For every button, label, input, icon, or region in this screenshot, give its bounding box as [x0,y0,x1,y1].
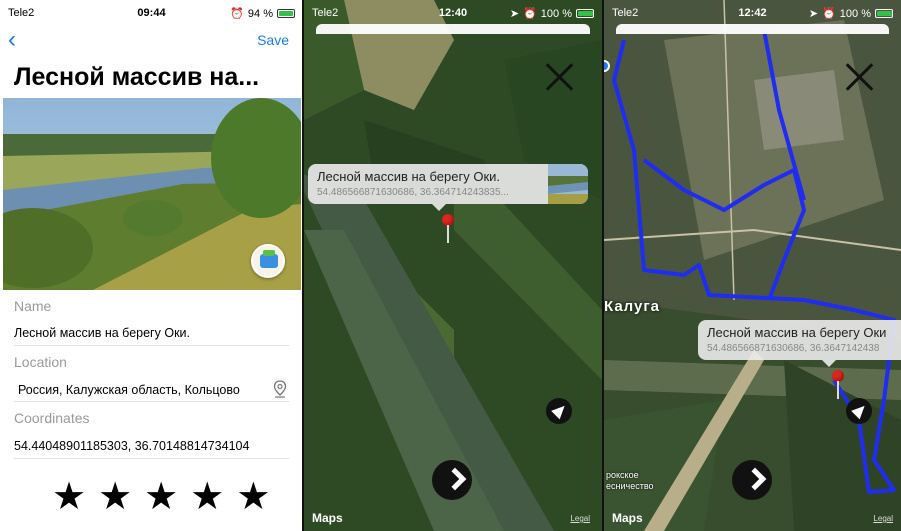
next-button[interactable] [432,460,472,500]
screens-collage: Tele2 09:44 ⏰ 94 % ‹ Save Лесной массив … [0,0,901,531]
star-icon[interactable]: ★ [98,478,132,516]
callout-thumbnail [548,164,588,204]
battery-percent: 100 % [540,7,572,20]
status-right: ➤ ⏰ 100 % [510,7,594,20]
star-icon[interactable]: ★ [236,478,270,516]
coordinates-label: Coordinates [14,410,90,426]
location-arrow-icon: ➤ [509,8,520,20]
area-label: рокское есничество [606,470,654,492]
page-title: Лесной массив на... [14,63,260,91]
chevron-left-icon[interactable]: ‹ [8,28,16,52]
star-icon[interactable]: ★ [144,478,178,516]
star-icon[interactable]: ★ [52,478,86,516]
apple-maps-logo: Maps [612,511,643,525]
place-detail-screen: Tele2 09:44 ⏰ 94 % ‹ Save Лесной массив … [0,0,303,531]
photo-source-badge-icon[interactable] [251,244,285,278]
maps-label: Maps [312,511,343,525]
place-photo[interactable] [3,98,301,290]
alarm-icon: ⏰ [822,8,836,20]
battery-icon [875,9,893,18]
area-label-line: есничество [606,481,654,491]
map-screen-close: Tele2 12:40 ➤ ⏰ 100 % Лесной массив на б… [304,0,602,531]
battery-percent: 94 % [247,7,273,20]
save-button[interactable]: Save [257,32,289,48]
callout-title: Лесной массив на берегу Оки [707,325,887,340]
locate-me-icon[interactable] [546,398,572,424]
legal-link[interactable]: Legal [570,514,590,523]
status-right: ➤ ⏰ 100 % [809,7,893,20]
next-button[interactable] [732,460,772,500]
map-screen-route: Tele2 12:42 ➤ ⏰ 100 % Калуга Лесной масс… [604,0,901,531]
callout-title: Лесной массив на берегу Оки. [317,169,501,184]
battery-icon [277,9,295,18]
divider [14,401,289,402]
location-pin[interactable] [832,370,844,400]
location-arrow-icon: ➤ [808,8,819,20]
locate-me-icon[interactable] [846,398,872,424]
battery-percent: 100 % [839,7,871,20]
status-bar: Tele2 12:40 ➤ ⏰ 100 % [304,0,602,22]
location-pin[interactable] [442,214,454,244]
city-label: Калуга [604,298,660,315]
star-icon[interactable]: ★ [190,478,224,516]
status-right: ⏰ 94 % [230,7,295,20]
callout-coordinates: 54.486566871630686, 36.3647142438 [707,343,880,354]
rating-stars[interactable]: ★ ★ ★ ★ ★ [52,478,270,516]
search-sheet-edge[interactable] [616,24,889,34]
area-label-line: рокское [606,470,639,480]
name-label: Name [14,298,52,314]
status-bar: Tele2 12:42 ➤ ⏰ 100 % [604,0,901,22]
divider [14,345,289,346]
map-callout[interactable]: Лесной массив на берегу Оки 54.486566871… [698,320,901,367]
location-label: Location [14,354,67,370]
legal-link[interactable]: Legal [873,514,893,523]
alarm-icon: ⏰ [230,8,244,20]
apple-maps-logo: Maps [312,511,343,525]
alarm-icon: ⏰ [523,8,537,20]
location-field[interactable]: Россия, Калужская область, Кольцово [18,383,289,397]
location-pin-icon[interactable] [273,380,287,398]
search-sheet-edge[interactable] [316,24,590,34]
nav-bar: ‹ Save [0,28,303,54]
callout-coordinates: 54.486566871630686, 36.364714243835... [317,187,509,198]
divider [14,458,289,459]
coordinates-field[interactable]: 54.44048901185303, 36.70148814734104 [14,439,289,453]
battery-icon [576,9,594,18]
map-callout[interactable]: Лесной массив на берегу Оки. 54.48656687… [308,164,588,211]
name-field[interactable]: Лесной массив на берегу Оки. [14,326,289,340]
status-bar: Tele2 09:44 ⏰ 94 % [0,0,303,22]
close-icon[interactable] [844,62,874,92]
close-icon[interactable] [544,62,574,92]
maps-label: Maps [612,511,643,525]
